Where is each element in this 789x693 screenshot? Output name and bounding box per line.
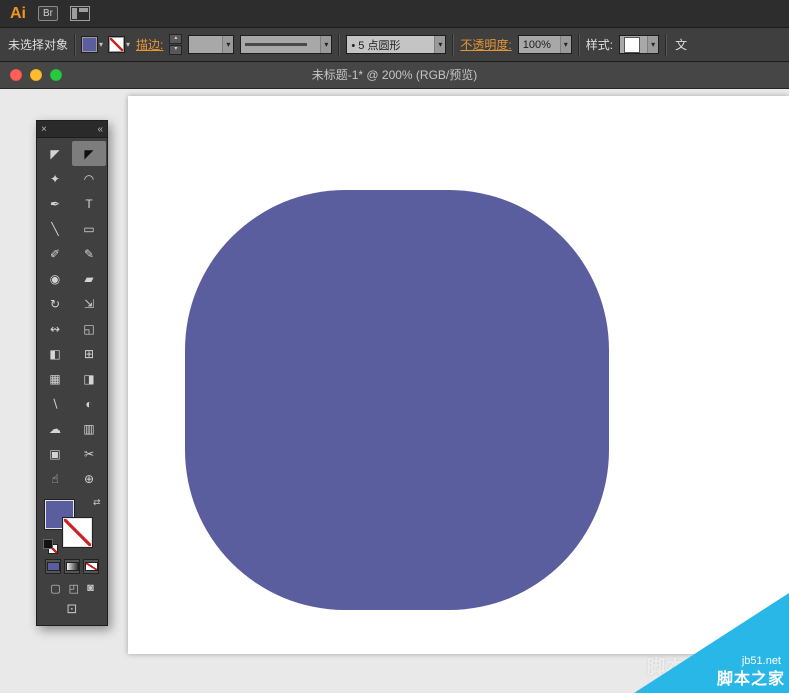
swap-fill-stroke-icon[interactable]: ⇄ — [93, 497, 101, 508]
default-fill-stroke-icon[interactable] — [43, 539, 58, 554]
screen-mode-button[interactable]: ⊡ — [37, 601, 107, 617]
chevron-down-icon[interactable]: ▾ — [434, 36, 446, 53]
chevron-down-icon[interactable]: ▾ — [222, 36, 234, 53]
blend-tool[interactable]: ◐ — [72, 391, 106, 416]
chevron-down-icon[interactable]: ▾ — [99, 40, 103, 49]
gradient-button[interactable] — [64, 559, 80, 574]
window-title-bar: 未标题-1* @ 200% (RGB/预览) — [0, 62, 789, 89]
none-button-icon — [84, 562, 98, 571]
document-setup-label-truncated[interactable]: 文 — [675, 36, 687, 53]
zoom-button[interactable] — [50, 69, 62, 81]
stroke-color-control[interactable]: ▾ — [108, 36, 130, 53]
shape-builder-tool[interactable]: ◧ — [38, 341, 72, 366]
rotate-tool[interactable]: ↻ — [38, 291, 72, 316]
perspective-grid-tool[interactable]: ⊞ — [72, 341, 106, 366]
hand-tool[interactable]: ☝ — [38, 466, 72, 491]
draw-inside-button[interactable]: ◙ — [87, 582, 94, 595]
style-swatch — [624, 36, 641, 53]
chevron-down-icon[interactable]: ▾ — [559, 36, 571, 53]
color-button[interactable] — [45, 559, 61, 574]
scale-tool[interactable]: ⇲ — [72, 291, 106, 316]
app-bar: Ai Br — [0, 0, 789, 28]
eyedropper-tool[interactable]: ∖ — [38, 391, 72, 416]
pencil-tool[interactable]: ✎ — [72, 241, 106, 266]
none-button[interactable] — [83, 559, 99, 574]
illustrator-window: Ai Br 未选择对象 ▾ ▾ 描边: ▴ ▾ ▾ ▾ • 5 点圆形 ▾ 不透… — [0, 0, 789, 693]
blob-brush-tool[interactable]: ◉ — [38, 266, 72, 291]
bridge-button[interactable]: Br — [38, 6, 58, 21]
separator — [452, 33, 455, 56]
watermark-site-name: 脚本之家 — [716, 671, 785, 688]
column-graph-tool[interactable]: ▥ — [72, 416, 106, 441]
magic-wand-tool[interactable]: ✦ — [38, 166, 72, 191]
width-tool[interactable]: ↭ — [38, 316, 72, 341]
panel-close-icon[interactable]: × — [41, 124, 47, 135]
line-segment-tool[interactable]: ╲ — [38, 216, 72, 241]
artboard-tool[interactable]: ▣ — [38, 441, 72, 466]
color-button-icon — [46, 562, 60, 571]
zoom-tool[interactable]: ⊕ — [72, 466, 106, 491]
draw-behind-button[interactable]: ◰ — [69, 582, 79, 595]
eraser-tool[interactable]: ▰ — [72, 266, 106, 291]
separator — [74, 33, 77, 56]
opacity-value: 100% — [522, 38, 551, 51]
tools-panel: × « ◤ ◤ ✦ ◠ ✒ T ╲ ▭ ✐ ✎ ◉ ▰ ↻ ⇲ ↭ ◱ ◧ ⊞ … — [36, 120, 108, 626]
panel-collapse-icon[interactable]: « — [97, 124, 103, 135]
rectangle-tool[interactable]: ▭ — [72, 216, 106, 241]
brush-definition-dropdown[interactable]: • 5 点圆形 ▾ — [346, 35, 447, 54]
fill-color-control[interactable]: ▾ — [81, 36, 103, 53]
close-button[interactable] — [10, 69, 22, 81]
fill-color-swatch[interactable] — [81, 36, 99, 53]
gradient-tool[interactable]: ◨ — [72, 366, 106, 391]
separator — [665, 33, 668, 56]
opacity-panel-link[interactable]: 不透明度: — [460, 36, 511, 53]
minimize-button[interactable] — [30, 69, 42, 81]
tools-panel-header[interactable]: × « — [37, 121, 107, 138]
stroke-weight-stepper[interactable]: ▴ ▾ — [169, 34, 183, 55]
width-profile-dropdown[interactable]: ▾ — [240, 35, 333, 54]
control-bar: 未选择对象 ▾ ▾ 描边: ▴ ▾ ▾ ▾ • 5 点圆形 ▾ 不透明度: 10… — [0, 28, 789, 62]
chevron-down-icon[interactable]: ▾ — [126, 40, 130, 49]
stepper-up-icon[interactable]: ▴ — [169, 34, 183, 44]
direct-selection-tool[interactable]: ◤ — [72, 141, 106, 166]
opacity-dropdown[interactable]: 100% ▾ — [517, 35, 572, 54]
gradient-button-icon — [65, 562, 79, 571]
drawing-mode-buttons: ▢ ◰ ◙ — [37, 582, 107, 595]
pen-tool[interactable]: ✒ — [38, 191, 72, 216]
default-fill-mini — [43, 539, 53, 549]
slice-tool[interactable]: ✂ — [72, 441, 106, 466]
illustrator-logo: Ai — [10, 4, 26, 22]
type-tool[interactable]: T — [72, 191, 106, 216]
style-label: 样式: — [585, 38, 614, 52]
brush-definition-value: • 5 点圆形 — [351, 39, 401, 52]
width-profile-preview — [245, 43, 308, 46]
stroke-weight-dropdown[interactable]: ▾ — [188, 35, 235, 54]
stepper-down-icon[interactable]: ▾ — [169, 45, 183, 55]
workspace-switcher-icon[interactable] — [70, 6, 90, 21]
separator — [338, 33, 341, 56]
document-title: 未标题-1* @ 200% (RGB/预览) — [311, 68, 478, 82]
draw-normal-button[interactable]: ▢ — [50, 582, 60, 595]
selection-status: 未选择对象 — [8, 38, 69, 52]
paintbrush-tool[interactable]: ✐ — [38, 241, 72, 266]
chevron-down-icon[interactable]: ▾ — [647, 36, 659, 53]
drawn-rounded-square[interactable] — [185, 190, 609, 610]
separator — [577, 33, 580, 56]
mesh-tool[interactable]: ▦ — [38, 366, 72, 391]
stroke-swatch[interactable] — [62, 517, 93, 548]
tools-grid: ◤ ◤ ✦ ◠ ✒ T ╲ ▭ ✐ ✎ ◉ ▰ ↻ ⇲ ↭ ◱ ◧ ⊞ ▦ ◨ … — [37, 138, 107, 493]
fill-stroke-control: ⇄ — [43, 497, 101, 555]
color-mode-buttons — [45, 559, 99, 574]
chevron-down-icon[interactable]: ▾ — [320, 36, 332, 53]
stroke-color-swatch[interactable] — [108, 36, 126, 53]
style-dropdown[interactable]: ▾ — [619, 35, 660, 54]
symbol-sprayer-tool[interactable]: ☁ — [38, 416, 72, 441]
lasso-tool[interactable]: ◠ — [72, 166, 106, 191]
stroke-panel-link[interactable]: 描边: — [136, 36, 163, 53]
free-transform-tool[interactable]: ◱ — [72, 316, 106, 341]
watermark: 脚本之家 jb51.net 脚本之家 — [634, 593, 789, 693]
selection-tool[interactable]: ◤ — [38, 141, 72, 166]
